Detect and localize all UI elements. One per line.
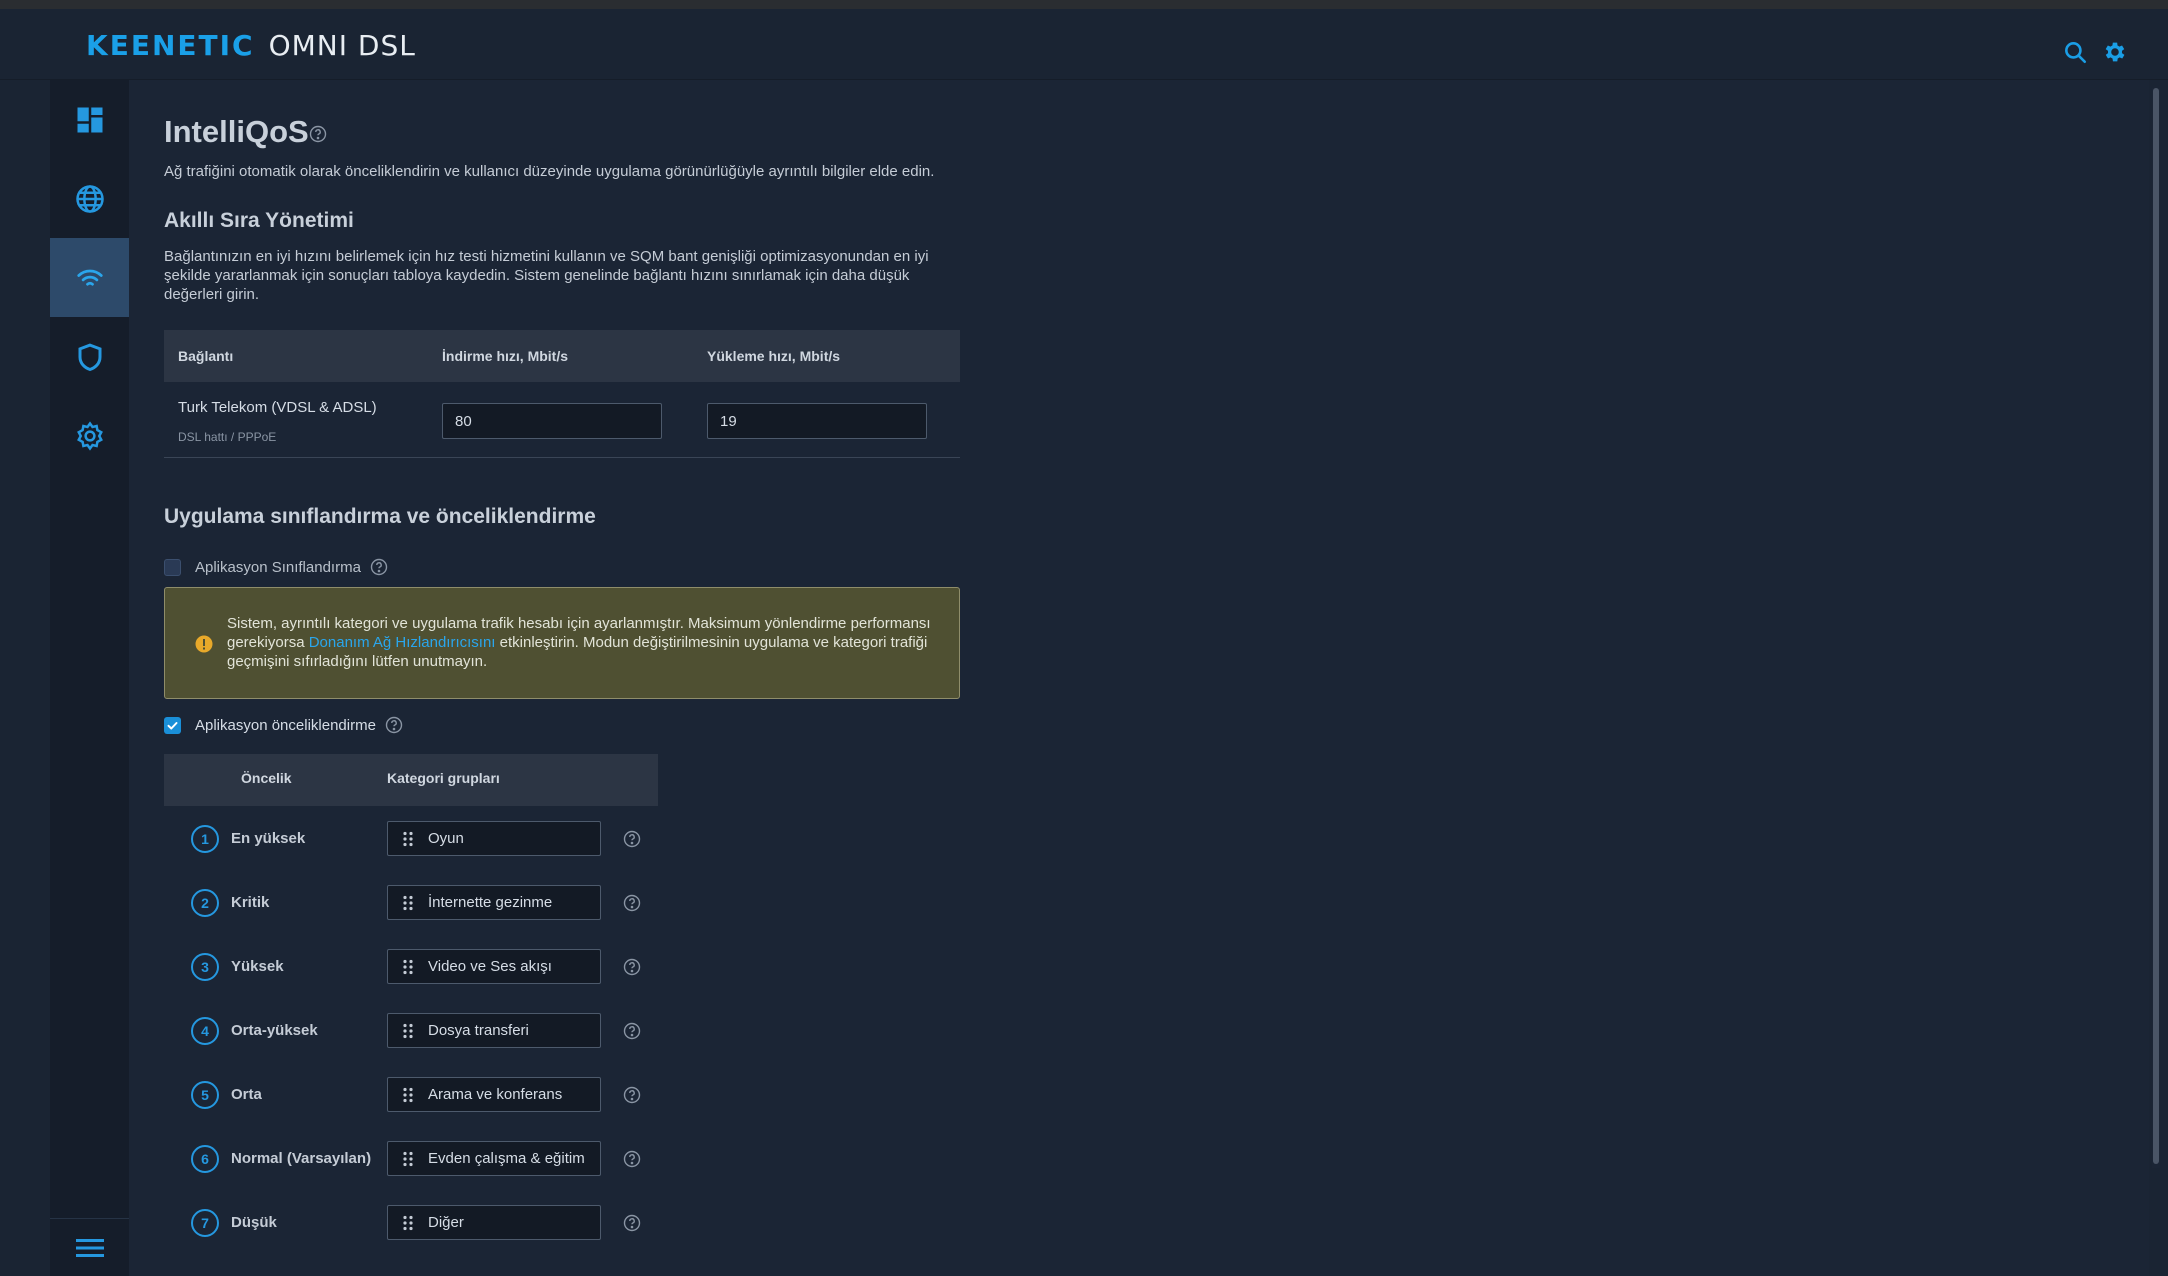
top-header: KEENETIC OMNI DSL bbox=[0, 9, 2168, 80]
priority-row: 3 Yüksek Video ve Ses akışı bbox=[164, 935, 658, 999]
priority-number: 3 bbox=[191, 953, 219, 981]
app-priority-checkbox[interactable] bbox=[164, 716, 181, 734]
drag-handle-icon[interactable] bbox=[402, 1023, 414, 1039]
gear-icon[interactable] bbox=[2102, 39, 2128, 65]
priority-row: 6 Normal (Varsayılan) Evden çalışma & eğ… bbox=[164, 1127, 658, 1191]
priority-row: 1 En yüksek Oyun bbox=[164, 807, 658, 871]
category-name: Oyun bbox=[428, 830, 464, 847]
app-classification-label: Aplikasyon Sınıflandırma bbox=[195, 558, 361, 576]
category-chip[interactable]: İnternette gezinme bbox=[387, 885, 601, 920]
help-icon[interactable] bbox=[309, 125, 327, 143]
sidebar-item-settings[interactable] bbox=[50, 396, 129, 475]
priority-row: 4 Orta-yüksek Dosya transferi bbox=[164, 999, 658, 1063]
warning-text: Sistem, ayrıntılı kategori ve uygulama t… bbox=[227, 614, 947, 671]
app-classification-checkbox[interactable] bbox=[164, 558, 181, 576]
menu-icon bbox=[75, 1238, 104, 1257]
priority-row: 2 Kritik İnternette gezinme bbox=[164, 871, 658, 935]
help-icon[interactable] bbox=[623, 1150, 641, 1168]
priority-label: Yüksek bbox=[231, 958, 284, 975]
priority-number: 6 bbox=[191, 1145, 219, 1173]
connection-type: DSL hattı / PPPoE bbox=[178, 430, 277, 444]
column-header-priority: Öncelik bbox=[241, 770, 292, 786]
drag-handle-icon[interactable] bbox=[402, 1151, 414, 1167]
help-icon[interactable] bbox=[623, 1022, 641, 1040]
app-priority-label: Aplikasyon önceliklendirme bbox=[195, 716, 376, 734]
category-name: Video ve Ses akışı bbox=[428, 958, 552, 975]
app-priority-row: Aplikasyon önceliklendirme bbox=[164, 716, 403, 734]
priority-label: Kritik bbox=[231, 894, 270, 911]
priority-number: 5 bbox=[191, 1081, 219, 1109]
priority-label: Normal (Varsayılan) bbox=[231, 1150, 372, 1167]
sqm-heading: Akıllı Sıra Yönetimi bbox=[164, 209, 354, 232]
dashboard-icon bbox=[77, 107, 102, 132]
priority-label: Orta bbox=[231, 1086, 262, 1103]
help-icon[interactable] bbox=[385, 716, 403, 734]
page-subtitle: Ağ trafiğini otomatik olarak önceliklend… bbox=[164, 163, 935, 180]
app-classification-row: Aplikasyon Sınıflandırma bbox=[164, 558, 388, 576]
priority-label: En yüksek bbox=[231, 830, 306, 847]
logo-model: OMNI DSL bbox=[268, 29, 416, 62]
wifi-icon bbox=[76, 269, 103, 286]
upload-speed-input[interactable]: 19 bbox=[707, 403, 927, 439]
category-name: İnternette gezinme bbox=[428, 894, 553, 911]
category-chip[interactable]: Diğer bbox=[387, 1205, 601, 1240]
help-icon[interactable] bbox=[623, 958, 641, 976]
help-icon[interactable] bbox=[623, 830, 641, 848]
category-chip[interactable]: Evden çalışma & eğitim bbox=[387, 1141, 601, 1176]
priority-number: 7 bbox=[191, 1209, 219, 1237]
column-header-category: Kategori grupları bbox=[387, 770, 500, 786]
classification-heading: Uygulama sınıflandırma ve önceliklendirm… bbox=[164, 505, 596, 528]
category-chip[interactable]: Oyun bbox=[387, 821, 601, 856]
settings-icon bbox=[76, 420, 103, 451]
priority-number: 2 bbox=[191, 889, 219, 917]
logo[interactable]: KEENETIC OMNI DSL bbox=[86, 29, 416, 62]
hardware-accelerator-link[interactable]: Donanım Ağ Hızlandırıcısını bbox=[309, 634, 496, 651]
drag-handle-icon[interactable] bbox=[402, 959, 414, 975]
drag-handle-icon[interactable] bbox=[402, 895, 414, 911]
sidebar-item-security[interactable] bbox=[50, 317, 129, 396]
category-chip[interactable]: Video ve Ses akışı bbox=[387, 949, 601, 984]
scrollbar-thumb[interactable] bbox=[2153, 88, 2159, 1164]
help-icon[interactable] bbox=[623, 894, 641, 912]
download-speed-input[interactable]: 80 bbox=[442, 403, 662, 439]
search-icon[interactable] bbox=[2062, 39, 2088, 65]
priority-row: 7 Düşük Diğer bbox=[164, 1191, 658, 1255]
checkmark-icon bbox=[167, 721, 178, 729]
category-name: Arama ve konferans bbox=[428, 1086, 563, 1103]
category-name: Evden çalışma & eğitim bbox=[428, 1150, 585, 1167]
priority-number: 1 bbox=[191, 825, 219, 853]
logo-brand: KEENETIC bbox=[86, 29, 255, 62]
category-chip[interactable]: Dosya transferi bbox=[387, 1013, 601, 1048]
priority-label: Orta-yüksek bbox=[231, 1022, 318, 1039]
drag-handle-icon[interactable] bbox=[402, 831, 414, 847]
help-icon[interactable] bbox=[370, 558, 388, 576]
sidebar-menu-toggle[interactable] bbox=[50, 1218, 129, 1276]
category-name: Diğer bbox=[428, 1214, 464, 1231]
sidebar-item-wifi[interactable] bbox=[50, 238, 129, 317]
window-top-strip bbox=[0, 0, 2168, 9]
shield-icon bbox=[78, 343, 101, 371]
sidebar-item-internet[interactable] bbox=[50, 159, 129, 238]
page-title: IntelliQoS bbox=[164, 114, 309, 149]
priority-label: Düşük bbox=[231, 1214, 277, 1231]
sqm-table: Bağlantı İndirme hızı, Mbit/s Yükleme hı… bbox=[164, 330, 960, 458]
table-row: Turk Telekom (VDSL & ADSL) DSL hattı / P… bbox=[164, 330, 960, 458]
sidebar bbox=[50, 80, 129, 1276]
sidebar-item-dashboard[interactable] bbox=[50, 80, 129, 159]
priority-number: 4 bbox=[191, 1017, 219, 1045]
globe-icon bbox=[75, 184, 104, 213]
sqm-description: Bağlantınızın en iyi hızını belirlemek i… bbox=[164, 248, 929, 303]
warning-icon bbox=[195, 635, 213, 653]
drag-handle-icon[interactable] bbox=[402, 1087, 414, 1103]
connection-name: Turk Telekom (VDSL & ADSL) bbox=[178, 399, 377, 416]
drag-handle-icon[interactable] bbox=[402, 1215, 414, 1231]
priority-table: Öncelik Kategori grupları 1 En yüksek Oy… bbox=[164, 754, 658, 1240]
category-name: Dosya transferi bbox=[428, 1022, 529, 1039]
help-icon[interactable] bbox=[623, 1214, 641, 1232]
priority-row: 5 Orta Arama ve konferans bbox=[164, 1063, 658, 1127]
warning-banner: Sistem, ayrıntılı kategori ve uygulama t… bbox=[164, 587, 960, 699]
category-chip[interactable]: Arama ve konferans bbox=[387, 1077, 601, 1112]
priority-table-header: Öncelik Kategori grupları bbox=[164, 754, 658, 806]
help-icon[interactable] bbox=[623, 1086, 641, 1104]
